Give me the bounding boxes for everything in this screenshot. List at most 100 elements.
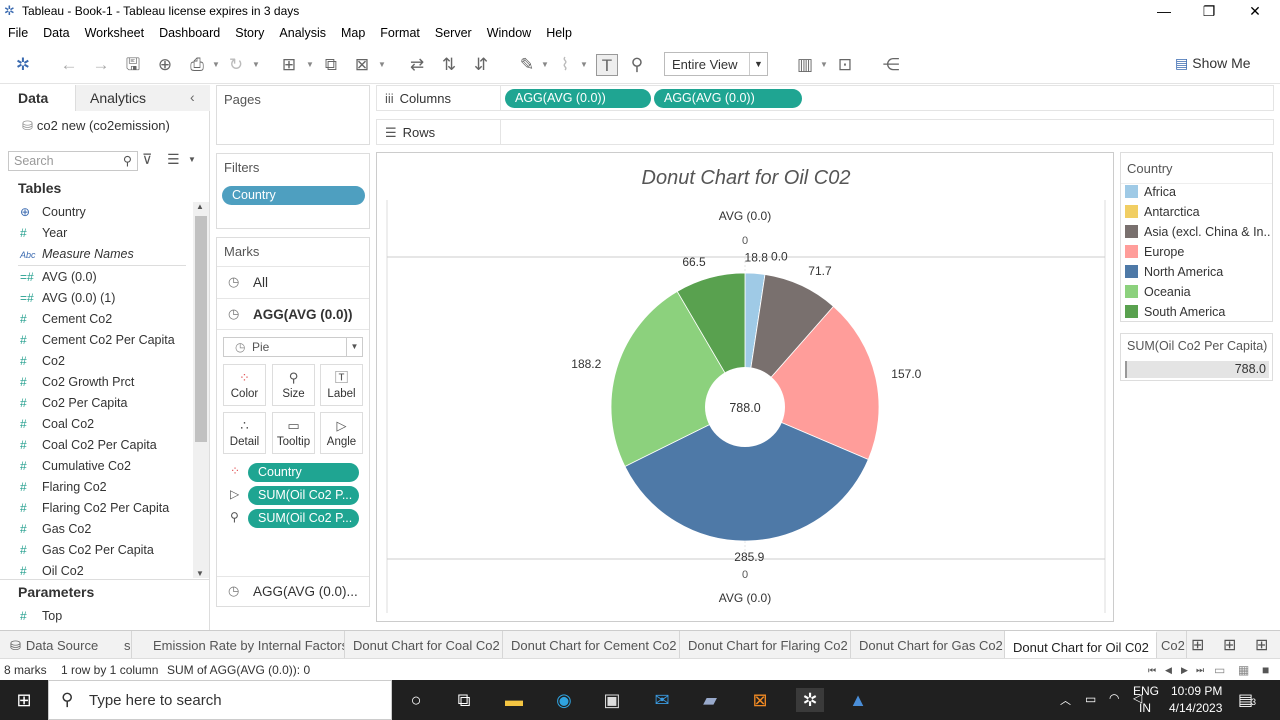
view-data-icon[interactable]: ☰ xyxy=(167,151,180,168)
tab-analytics[interactable]: Analytics ‹ xyxy=(76,85,210,111)
file-explorer-icon[interactable]: ▬ xyxy=(502,688,526,712)
field-item[interactable]: # Gas Co2 Per Capita xyxy=(20,543,154,563)
notes-app-icon[interactable]: ▰ xyxy=(698,688,722,712)
fit-width-icon[interactable]: ▥ xyxy=(794,54,816,76)
size-button[interactable]: ⚲ Size xyxy=(272,364,315,406)
chevron-down-icon[interactable]: ▼ xyxy=(306,60,314,70)
column-pill-2[interactable]: AGG(AVG (0.0)) xyxy=(654,89,802,108)
worksheet-view[interactable]: Donut Chart for Oil C02 AVG (0.0) 0 0 AV… xyxy=(376,152,1114,622)
new-worksheet-icon[interactable]: ⊞ xyxy=(278,54,300,76)
show-mark-labels-icon[interactable]: T xyxy=(596,54,618,76)
next-sheet-icon[interactable]: ▶ xyxy=(1181,665,1188,676)
color-button[interactable]: ⁘ Color xyxy=(223,364,266,406)
first-sheet-icon[interactable]: ⏮ xyxy=(1148,665,1156,676)
chevron-up-icon[interactable]: ▲ xyxy=(196,202,204,211)
label-button[interactable]: 🅃 Label xyxy=(320,364,363,406)
filmstrip-icon[interactable]: ▭ xyxy=(1214,663,1225,677)
legend-item[interactable]: Oceania xyxy=(1125,285,1271,305)
tab-sheet[interactable]: Donut Chart for Cement Co2 xyxy=(503,631,680,659)
scrollbar-thumb[interactable] xyxy=(195,216,207,442)
filters-card[interactable]: Filters Country xyxy=(216,153,370,229)
field-item[interactable]: # Cumulative Co2 xyxy=(20,459,131,479)
field-item[interactable]: # Co2 Per Capita xyxy=(20,396,127,416)
field-item[interactable]: =# AVG (0.0) (1) xyxy=(20,291,115,311)
column-pill-1[interactable]: AGG(AVG (0.0)) xyxy=(505,89,651,108)
tab-data[interactable]: Data xyxy=(0,85,76,111)
tabs-view-icon[interactable]: ■ xyxy=(1262,663,1269,677)
menu-server[interactable]: Server xyxy=(427,23,479,40)
mark-type-dropdown[interactable]: ◷ Pie ▼ xyxy=(223,337,363,357)
collapse-pane-icon[interactable]: ‹ xyxy=(190,89,195,105)
mail-icon[interactable]: ✉ xyxy=(650,688,674,712)
marks-bottom-row[interactable]: ◷ AGG(AVG (0.0)... xyxy=(217,576,369,606)
xampp-icon[interactable]: ⊠ xyxy=(748,688,772,712)
chevron-down-icon[interactable]: ▼ xyxy=(820,60,828,70)
battery-icon[interactable]: ▭ xyxy=(1085,692,1096,706)
task-view-icon[interactable]: ⧉ xyxy=(452,688,476,712)
size-pill[interactable]: SUM(Oil Co2 P... xyxy=(248,509,359,528)
sheet-sorter-icon[interactable]: ▦ xyxy=(1238,663,1249,677)
store-icon[interactable]: ▣ xyxy=(600,688,624,712)
fit-dropdown[interactable]: Entire View ▼ xyxy=(664,52,768,76)
menu-window[interactable]: Window xyxy=(479,23,538,40)
chevron-down-icon[interactable]: ▼ xyxy=(252,60,260,70)
clear-sheet-icon[interactable]: ⊠ xyxy=(351,54,373,76)
color-pill-country[interactable]: Country xyxy=(248,463,359,482)
detail-button[interactable]: ∴ Detail xyxy=(223,412,266,454)
field-item[interactable]: # Flaring Co2 Per Capita xyxy=(20,501,169,521)
legend-item[interactable]: Europe xyxy=(1125,245,1271,265)
redo-icon[interactable]: → xyxy=(90,54,112,76)
field-list-scrollbar[interactable]: ▲ ▼ xyxy=(193,202,209,578)
menu-map[interactable]: Map xyxy=(333,23,372,40)
prev-sheet-icon[interactable]: ◀ xyxy=(1165,665,1172,676)
tableau-taskbar-icon[interactable]: ✲ xyxy=(796,688,824,712)
menu-story[interactable]: Story xyxy=(227,23,271,40)
wifi-icon[interactable]: ◠ xyxy=(1109,691,1119,705)
menu-help[interactable]: Help xyxy=(538,23,579,40)
chevron-down-icon[interactable]: ▼ xyxy=(378,60,386,70)
fix-axes-icon[interactable]: ⚲ xyxy=(626,54,648,76)
highlight-icon[interactable]: ✎ xyxy=(516,54,538,76)
refresh-icon[interactable]: ↻ xyxy=(225,54,247,76)
legend-item[interactable]: Asia (excl. China & In.. xyxy=(1125,225,1271,245)
menu-file[interactable]: File xyxy=(0,23,35,40)
tab-sheet[interactable]: Donut Chart for Coal Co2 xyxy=(345,631,503,659)
marks-card[interactable]: Marks ◷ All ◷ AGG(AVG (0.0)) ◷ Pie ▼ ⁘ Co… xyxy=(216,237,370,607)
tab-sheet[interactable]: Donut Chart for Flaring Co2 xyxy=(680,631,851,659)
close-icon[interactable]: ✕ xyxy=(1232,0,1278,22)
language-bottom[interactable]: IN xyxy=(1139,701,1151,715)
tab-sheet[interactable]: Emission Rate by Internal Factors xyxy=(145,631,345,659)
restore-icon[interactable]: ❐ xyxy=(1186,0,1232,22)
chevron-down-icon[interactable]: ▼ xyxy=(580,60,588,70)
field-item[interactable]: # Coal Co2 xyxy=(20,417,94,437)
windows-start-icon[interactable]: ⊞ xyxy=(12,688,36,712)
field-item[interactable]: ⊕ Country xyxy=(20,205,86,225)
group-members-icon[interactable]: ⌇ xyxy=(554,54,576,76)
chevron-down-icon[interactable]: ▼ xyxy=(188,155,196,164)
pages-card[interactable]: Pages xyxy=(216,85,370,145)
parameter-item[interactable]: # Top xyxy=(20,609,62,629)
menu-data[interactable]: Data xyxy=(35,23,76,40)
swap-rows-columns-icon[interactable]: ⇄ xyxy=(406,54,428,76)
legend-item[interactable]: South America xyxy=(1125,305,1271,325)
legend-item[interactable]: Africa xyxy=(1125,185,1271,205)
rows-shelf[interactable]: ☰ Rows xyxy=(376,119,1274,145)
photos-icon[interactable]: ▲ xyxy=(846,688,870,712)
last-sheet-icon[interactable]: ⏭ xyxy=(1196,665,1204,676)
clock-time[interactable]: 10:09 PM xyxy=(1171,684,1222,698)
duplicate-sheet-icon[interactable]: ⧉ xyxy=(320,54,342,76)
marks-agg-row[interactable]: ◷ AGG(AVG (0.0)) xyxy=(217,298,369,330)
show-me-button[interactable]: ▤ Show Me xyxy=(1175,55,1251,72)
tab-sheet-active[interactable]: Donut Chart for Oil C02 xyxy=(1005,631,1157,659)
presentation-mode-icon[interactable]: ⊡ xyxy=(834,54,856,76)
undo-icon[interactable]: ← xyxy=(58,54,80,76)
menu-dashboard[interactable]: Dashboard xyxy=(151,23,227,40)
field-item[interactable]: =# AVG (0.0) xyxy=(20,270,97,290)
sort-descending-icon[interactable]: ⇵ xyxy=(470,54,492,76)
marks-all-row[interactable]: ◷ All xyxy=(217,266,369,298)
new-datasource-icon[interactable]: ⊕ xyxy=(154,54,176,76)
new-dashboard-icon[interactable]: ⊞ xyxy=(1223,635,1236,655)
pause-updates-icon[interactable]: ⎙ xyxy=(186,54,208,76)
field-item[interactable]: # Gas Co2 xyxy=(20,522,91,542)
taskbar-search-input[interactable]: ⚲ Type here to search xyxy=(48,680,392,720)
